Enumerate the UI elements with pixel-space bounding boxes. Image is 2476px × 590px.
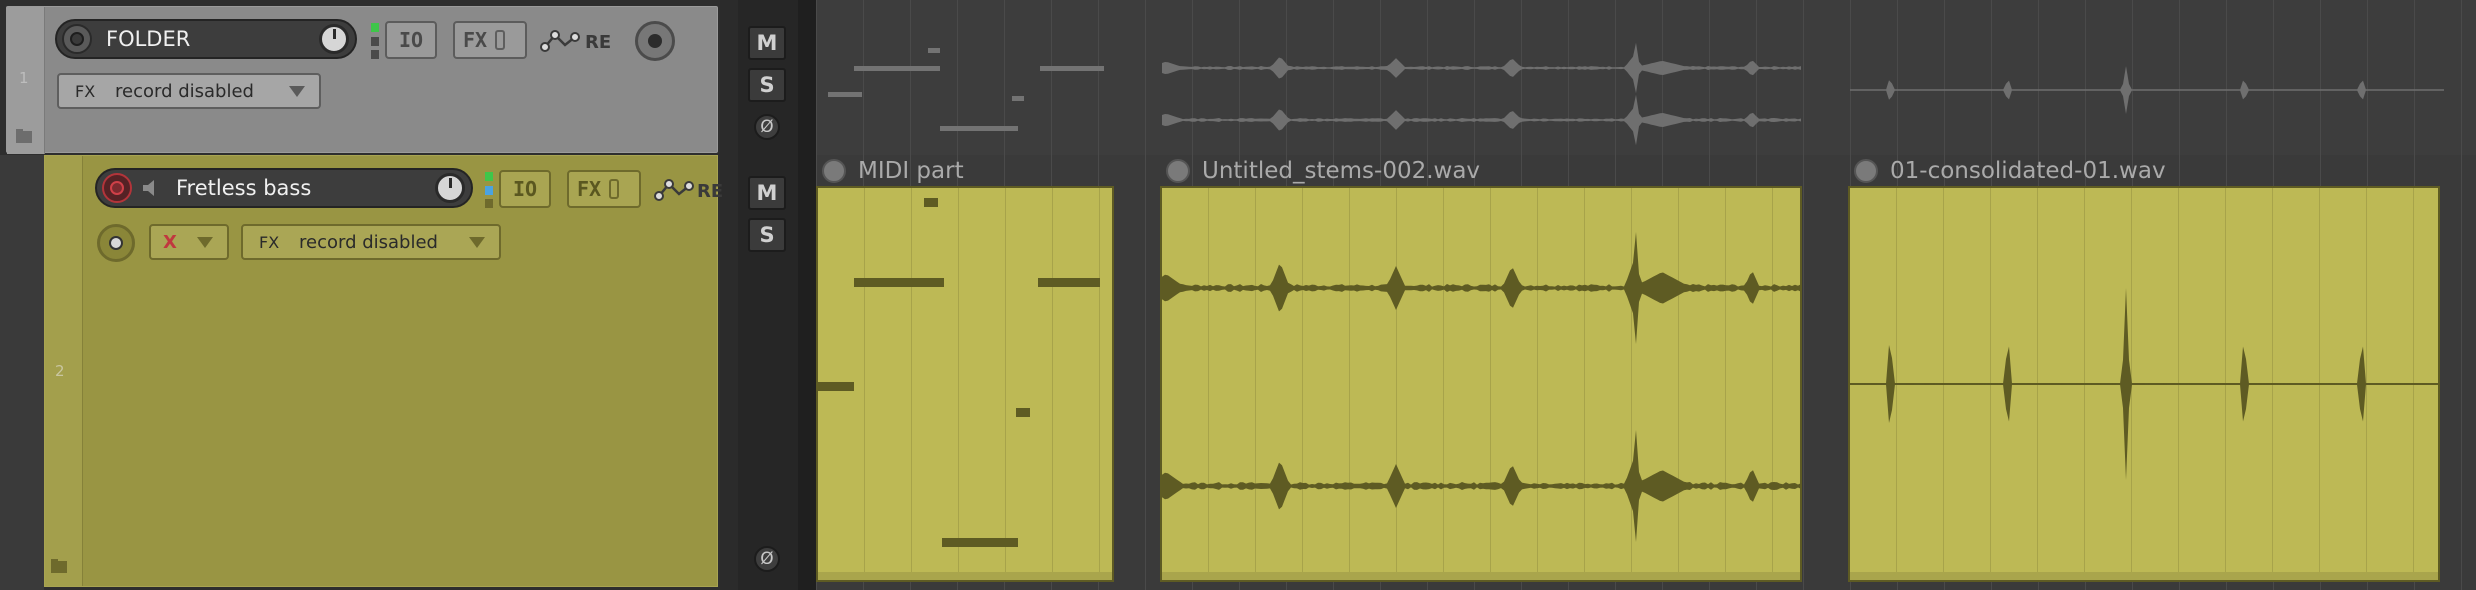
ghost-waveform [1850, 66, 2444, 114]
ghost-note [940, 126, 1018, 131]
solo-button[interactable]: S [748, 218, 786, 252]
io-meter [371, 23, 379, 59]
track-number: 1 [19, 69, 29, 87]
waveform-channel [1162, 430, 1800, 542]
envelope-icon[interactable] [540, 25, 580, 55]
folder-preview [816, 0, 2476, 155]
ghost-note [1012, 96, 1024, 101]
ghost-note [1040, 66, 1104, 71]
midi-item[interactable] [816, 186, 1114, 582]
grid-line [911, 188, 912, 580]
item-footer [1850, 572, 2438, 580]
midi-note[interactable] [818, 382, 854, 391]
ghost-note [828, 92, 862, 97]
fx-record-dropdown[interactable]: FX record disabled [241, 224, 501, 260]
item-state-icon[interactable] [1854, 159, 1878, 183]
fx-button[interactable]: FX [453, 21, 527, 59]
record-arm-button[interactable] [102, 173, 132, 203]
item-title: Untitled_stems-002.wav [1202, 158, 1481, 184]
chevron-down-icon [469, 236, 485, 248]
pan-knob[interactable] [635, 21, 675, 61]
waveform [1162, 232, 1800, 542]
track-name-field[interactable]: FOLDER [55, 19, 357, 59]
track-handle[interactable]: 2 [45, 156, 83, 586]
input-select-value: X [163, 231, 177, 253]
folder-icon[interactable] [15, 127, 33, 145]
ghost-note [928, 48, 940, 53]
tcp-divider[interactable] [798, 0, 816, 590]
item-state-icon[interactable] [822, 159, 846, 183]
ghost-waveform [1162, 42, 1801, 146]
mute-button[interactable]: M [748, 176, 786, 210]
chevron-down-icon [197, 236, 213, 248]
item-header[interactable]: Untitled_stems-002.wav [1166, 158, 1480, 184]
record-mode: record disabled [299, 231, 438, 253]
fx-bypass-icon [495, 30, 506, 50]
fx-label: FX [577, 177, 602, 201]
item-header[interactable]: 01-consolidated-01.wav [1854, 158, 2166, 184]
phase-button[interactable]: Ø [754, 546, 780, 572]
grid-line [1099, 188, 1100, 580]
track-name-field[interactable]: Fretless bass [95, 168, 473, 208]
envelope-icon[interactable] [654, 174, 694, 204]
track-name: FOLDER [106, 27, 191, 51]
io-button[interactable]: IO [385, 21, 437, 59]
volume-knob[interactable] [319, 24, 349, 54]
volume-knob[interactable] [435, 173, 465, 203]
fx-label: FX [463, 28, 488, 52]
midi-note[interactable] [854, 278, 944, 287]
waveform-channel [1162, 94, 1801, 146]
folder-icon[interactable] [49, 556, 73, 580]
fx-record-dropdown[interactable]: FX record disabled [57, 73, 321, 109]
midi-note[interactable] [942, 538, 1018, 547]
midi-note[interactable] [1038, 278, 1100, 287]
waveform [1850, 288, 2438, 480]
waveform-channel [1162, 42, 1801, 94]
io-button[interactable]: IO [499, 170, 551, 208]
envelope-label[interactable]: RE [697, 181, 723, 202]
grid-line [864, 188, 865, 580]
audio-item[interactable] [1848, 186, 2440, 582]
track-number: 2 [55, 362, 65, 380]
item-footer [818, 572, 1112, 580]
grid-line [958, 188, 959, 580]
grid-line [1052, 188, 1053, 580]
waveform-channel [1162, 232, 1800, 344]
mute-solo-strip: M S Ø M S Ø [738, 0, 798, 590]
solo-button[interactable]: S [748, 68, 786, 102]
item-title: MIDI part [858, 158, 964, 184]
midi-note[interactable] [924, 198, 938, 207]
waveform-channel [1850, 66, 2444, 114]
item-state-icon[interactable] [1166, 159, 1190, 183]
item-header[interactable]: MIDI part [822, 158, 964, 184]
mute-button[interactable]: M [748, 26, 786, 60]
track-name: Fretless bass [176, 176, 312, 200]
midi-note[interactable] [1016, 408, 1030, 417]
item-footer [1162, 572, 1800, 580]
input-select-dropdown[interactable]: X [149, 224, 229, 260]
envelope-label[interactable]: RE [585, 32, 611, 53]
folder-rail [0, 155, 44, 590]
grid-line [1005, 188, 1006, 580]
fx-button[interactable]: FX [567, 170, 641, 208]
fx-bypass-icon [609, 179, 620, 199]
io-meter [485, 172, 493, 208]
track-fretless-bass[interactable]: 2 Fretless bass IO FX RE X FX record dis… [44, 155, 723, 587]
fx-prefix: FX [259, 232, 280, 252]
record-arm-button[interactable] [62, 24, 92, 54]
waveform-channel [1850, 288, 2438, 480]
audio-item[interactable] [1160, 186, 1802, 582]
ghost-note [854, 66, 940, 71]
speaker-icon[interactable] [140, 177, 162, 199]
record-mode: record disabled [115, 80, 254, 102]
chevron-down-icon [289, 85, 305, 97]
track-handle[interactable]: 1 [7, 7, 45, 154]
input-monitor-button[interactable] [97, 224, 135, 262]
fx-prefix: FX [75, 81, 96, 101]
item-title: 01-consolidated-01.wav [1890, 158, 2166, 184]
track-folder[interactable]: 1 FOLDER IO FX RE FX record disabled [6, 6, 718, 154]
phase-button[interactable]: Ø [754, 114, 780, 140]
